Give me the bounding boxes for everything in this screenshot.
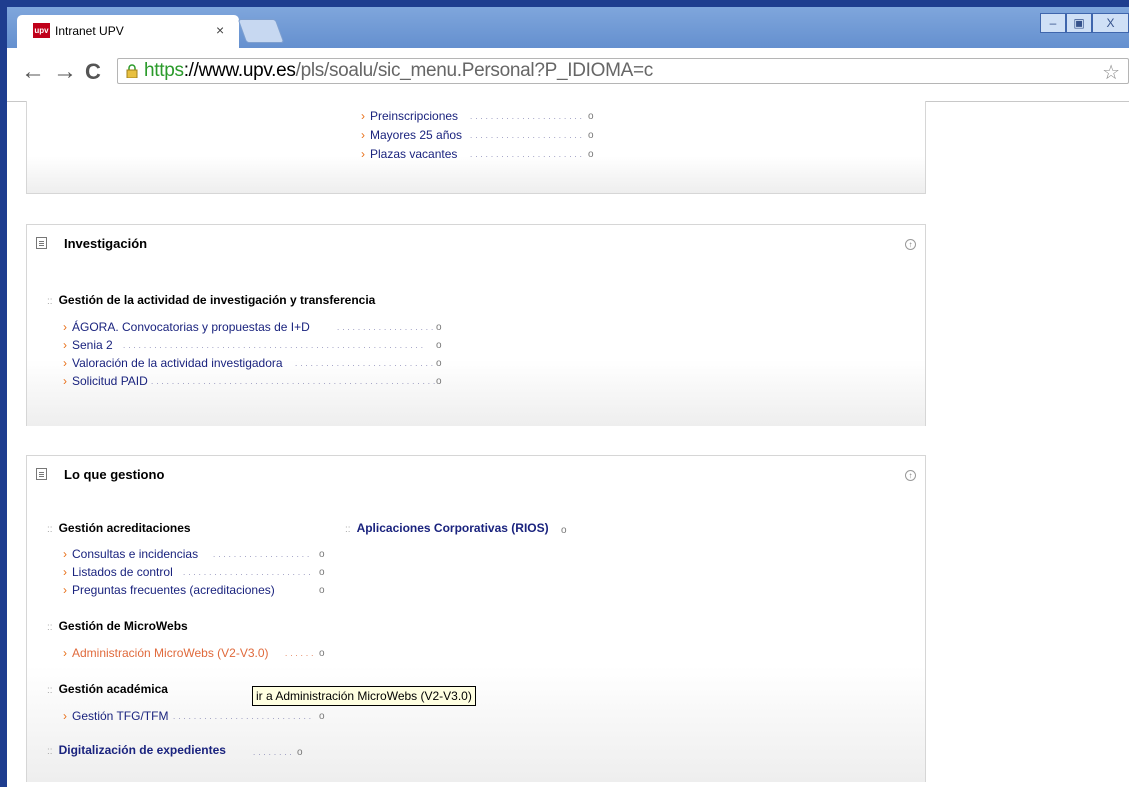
reload-button[interactable]: C (85, 60, 101, 84)
forward-button[interactable]: → (53, 60, 77, 84)
list-item[interactable]: › ÁGORA. Convocatorias y propuestas de I+… (63, 320, 448, 335)
list-item[interactable]: › Valoración de la actividad investigador… (63, 356, 448, 371)
rios-link[interactable]: :: Aplicaciones Corporativas (RIOS) (345, 521, 549, 535)
list-item[interactable]: ›Preinscripciones.......................… (361, 109, 594, 124)
rios-circle-icon: o (561, 525, 567, 536)
list-item[interactable]: › Solicitud PAID.........................… (63, 374, 448, 389)
group-title: :: Gestión de MicroWebs (47, 619, 188, 633)
document-icon (36, 468, 47, 480)
close-window-button[interactable]: X (1092, 13, 1129, 33)
group-title: :: Gestión de la actividad de investigaci… (47, 293, 376, 307)
list-item[interactable]: ›Plazas vacantes........................… (361, 147, 594, 162)
digitalizacion-link[interactable]: :: Digitalización de expedientes (47, 743, 226, 757)
group-title: :: Gestión académica (47, 682, 168, 696)
list-item[interactable]: › Gestión TFG/TFM........................… (63, 709, 325, 724)
minimize-button[interactable]: – (1040, 13, 1066, 33)
panel-acceso: ›Preinscripciones.......................… (26, 101, 926, 194)
list-item[interactable]: › Senia 2................................… (63, 338, 448, 353)
collapse-icon[interactable]: ↑ (905, 470, 916, 481)
window-frame-left (0, 0, 7, 787)
list-item[interactable]: ›Mayores 25 años........................… (361, 128, 594, 143)
lock-icon (126, 64, 138, 78)
list-item-hovered[interactable]: › Administración MicroWebs (V2-V3.0).....… (63, 646, 325, 661)
document-icon (36, 237, 47, 249)
panel-body: ›Preinscripciones.......................… (27, 101, 925, 193)
browser-toolbar: ← → C https://www.upv.es/pls/soalu/sic_m… (7, 48, 1129, 102)
panel-lo-que-gestiono: Lo que gestiono ↑ :: Gestión acreditacion… (26, 455, 926, 782)
list-item[interactable]: › Preguntas frecuentes (acreditaciones) o (63, 583, 325, 598)
list-item[interactable]: › Consultas e incidencias................… (63, 547, 325, 562)
panel-investigacion: Investigación ↑ :: Gestión de la activida… (26, 224, 926, 426)
window-frame-top (0, 0, 1129, 7)
collapse-icon[interactable]: ↑ (905, 239, 916, 250)
tooltip: ir a Administración MicroWebs (V2-V3.0) (252, 686, 476, 706)
new-tab-button[interactable] (237, 19, 285, 43)
tab-close-icon[interactable]: × (216, 22, 224, 38)
panel-body: :: Gestión de la actividad de investigaci… (27, 261, 925, 426)
panel-body: :: Gestión acreditaciones :: Aplicaciones … (27, 492, 925, 782)
bookmark-star-icon[interactable]: ☆ (1102, 60, 1120, 85)
address-bar[interactable]: https://www.upv.es/pls/soalu/sic_menu.Pe… (117, 58, 1129, 84)
list-item[interactable]: › Listados de control....................… (63, 565, 325, 580)
panel-header: Investigación ↑ (27, 225, 925, 262)
tab-title: Intranet UPV (55, 24, 124, 38)
restore-button[interactable]: ▣ (1066, 13, 1092, 33)
url-text[interactable]: https://www.upv.es/pls/soalu/sic_menu.Pe… (144, 61, 653, 81)
digitalizacion-dots: ........................................… (253, 747, 303, 758)
upv-favicon-icon: upv (33, 23, 50, 38)
group-title: :: Gestión acreditaciones (47, 521, 191, 535)
panel-header: Lo que gestiono ↑ (27, 456, 925, 493)
panel-title: Investigación (64, 236, 148, 251)
panel-title: Lo que gestiono (64, 467, 165, 482)
back-button[interactable]: ← (21, 60, 45, 84)
